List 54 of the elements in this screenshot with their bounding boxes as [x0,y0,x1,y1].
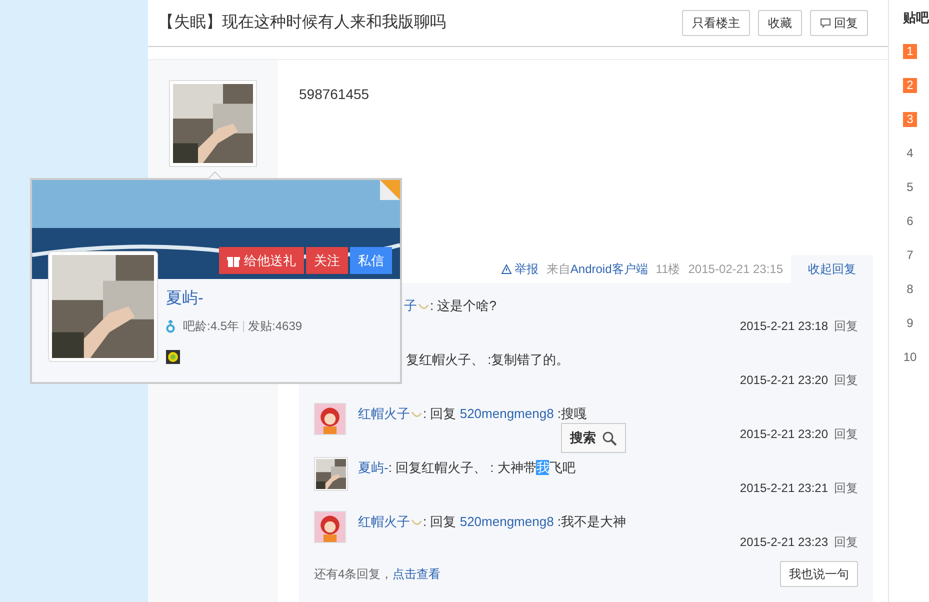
view-more-link[interactable]: 点击查看 [392,567,441,581]
reply-text: 红帽火子 : 回复 520mengmeng8 :我不是大神 [358,513,628,531]
rank-number: 2 [903,78,917,92]
reply-text: 夏屿-: 回复红帽火子、 : 大神带我飞吧 [358,459,576,477]
post-content: 598761455 [299,85,370,104]
thread-title: 【失眠】现在这种时候有人来和我版聊吗 [158,12,447,33]
rank-number: 9 [906,316,914,330]
avatar-drawing [314,511,346,543]
post-count: 发贴:4639 [248,318,302,335]
profile-action-button[interactable]: 给他送礼 [219,247,304,274]
reply-time: 2015-2-21 23:23 [740,534,828,551]
medal-icon [166,350,180,364]
header-button[interactable]: 只看楼主 [682,10,750,36]
post-source: 来自Android客户端 [546,261,648,278]
comment-icon [820,18,831,28]
avatar-drawing [314,403,346,435]
reply-time: 2015-2-21 23:20 [740,372,828,389]
profile-action-button[interactable]: 私信 [350,247,392,274]
rank-number: 3 [903,112,917,126]
search-icon [602,430,617,446]
report-link[interactable]: 举报 [501,260,538,278]
forum-age: 吧龄:4.5年 [183,318,240,335]
search-tooltip[interactable]: 搜索 [561,423,626,453]
rank-number: 8 [906,282,914,296]
gift-icon [227,254,240,266]
profile-action-button[interactable]: 关注 [306,247,348,274]
say-something-button[interactable]: 我也说一句 [780,561,858,587]
reply-time: 2015-2-21 23:21 [740,480,828,497]
reply-link[interactable]: 回复 [834,425,858,443]
male-icon [166,320,175,332]
profile-name[interactable]: 夏屿- [166,287,302,311]
warning-icon [501,264,512,274]
header-button[interactable]: 回复 [810,10,868,36]
reply-link[interactable]: 回复 [834,533,858,551]
page-corner-icon [380,180,400,200]
rank-number: 5 [906,180,914,194]
reply-text: 红帽火子 : 回复 520mengmeng8 :搜嘎 [358,405,588,423]
more-replies-text: 还有4条回复，点击查看 [314,566,441,583]
floor-number: 11楼 [656,261,680,278]
sidebar-title: 贴吧 [903,9,929,27]
collapse-replies-tab[interactable]: 收起回复 [791,255,873,283]
reply-link[interactable]: 回复 [834,317,858,335]
reply-time: 2015-2-21 23:20 [740,426,828,443]
reply-link[interactable]: 回复 [834,371,858,389]
rank-number: 4 [906,146,914,160]
rank-number: 1 [903,44,917,58]
reply-link[interactable]: 回复 [834,479,858,497]
rank-number: 7 [906,248,914,262]
rank-number: 10 [903,350,917,364]
header-button[interactable]: 收藏 [758,10,802,36]
reply-time: 2015-2-21 23:18 [740,318,828,335]
reply-text: 复红帽火子、 :复制错了的。 [405,351,570,369]
rank-number: 6 [906,214,914,228]
post-time: 2015-02-21 23:15 [688,261,783,278]
